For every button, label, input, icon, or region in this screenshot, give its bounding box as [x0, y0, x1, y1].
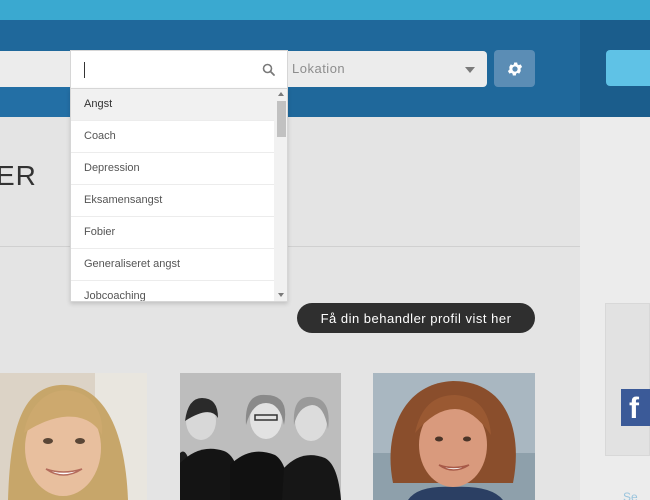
- top-strip: [0, 0, 650, 20]
- therapist-portrait-3: [373, 373, 535, 500]
- dropdown-option-depression[interactable]: Depression: [71, 153, 274, 185]
- scrollbar-thumb[interactable]: [277, 101, 286, 137]
- therapist-group-portrait: [180, 373, 341, 500]
- dropdown-option-angst[interactable]: Angst: [71, 89, 274, 121]
- scroll-down-arrow-icon[interactable]: [278, 293, 284, 297]
- get-profile-listed-button[interactable]: Få din behandler profil vist her: [297, 303, 535, 333]
- dropdown-option-eksamensangst[interactable]: Eksamensangst: [71, 185, 274, 217]
- dropdown-option-generaliseret-angst[interactable]: Generaliseret angst: [71, 249, 274, 281]
- sidebar-bottom-label: Se: [623, 490, 638, 500]
- gear-icon: [507, 61, 522, 76]
- settings-button[interactable]: [494, 50, 535, 87]
- dropdown-scrollbar[interactable]: [274, 89, 287, 301]
- keyword-search-input[interactable]: [70, 50, 288, 88]
- location-select[interactable]: Lokation: [288, 51, 487, 87]
- therapist-photo-1[interactable]: [0, 373, 147, 500]
- text-caret: [84, 62, 85, 78]
- search-icon[interactable]: [261, 62, 277, 78]
- therapist-portrait-1: [0, 373, 147, 500]
- location-placeholder: Lokation: [292, 61, 346, 76]
- therapist-photo-3[interactable]: [373, 373, 535, 500]
- nav-bar-stripe: [0, 87, 70, 117]
- facebook-icon[interactable]: f: [621, 389, 650, 426]
- sidebar-card: [605, 303, 650, 456]
- therapist-photo-2[interactable]: [180, 373, 341, 500]
- scroll-up-arrow-icon[interactable]: [278, 92, 284, 96]
- dropdown-option-jobcoaching[interactable]: Jobcoaching: [71, 281, 274, 301]
- page-heading-text: ER: [0, 160, 37, 191]
- dropdown-option-coach[interactable]: Coach: [71, 121, 274, 153]
- chevron-down-icon: [465, 67, 475, 73]
- keyword-dropdown: Angst Coach Depression Eksamensangst Fob…: [70, 88, 288, 302]
- search-left-field[interactable]: [0, 51, 70, 87]
- page-heading: ER: [0, 160, 37, 192]
- dropdown-option-fobier[interactable]: Fobier: [71, 217, 274, 249]
- header-cta-button[interactable]: [606, 50, 650, 86]
